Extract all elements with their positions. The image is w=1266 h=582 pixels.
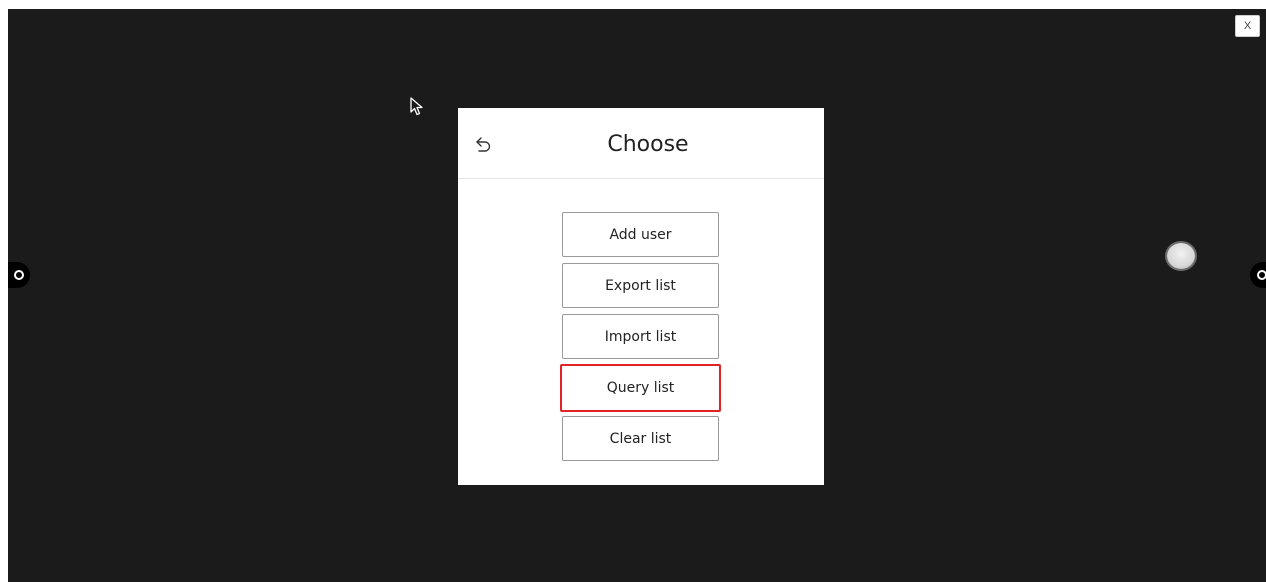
dialog-header: Choose <box>458 108 824 179</box>
floating-ball-icon[interactable] <box>1167 243 1195 269</box>
clear-list-button[interactable]: Clear list <box>562 416 719 461</box>
choose-dialog: Choose Add user Export list Import list … <box>458 108 824 485</box>
mouse-pointer-icon <box>410 97 423 116</box>
import-list-button[interactable]: Import list <box>562 314 719 359</box>
settings-handle-icon <box>14 270 24 280</box>
dialog-title: Choose <box>607 132 689 157</box>
close-button[interactable]: X <box>1235 15 1260 37</box>
add-user-button[interactable]: Add user <box>562 212 719 257</box>
query-list-button[interactable]: Query list <box>560 364 721 412</box>
export-list-button[interactable]: Export list <box>562 263 719 308</box>
settings-handle-icon <box>1257 270 1266 280</box>
